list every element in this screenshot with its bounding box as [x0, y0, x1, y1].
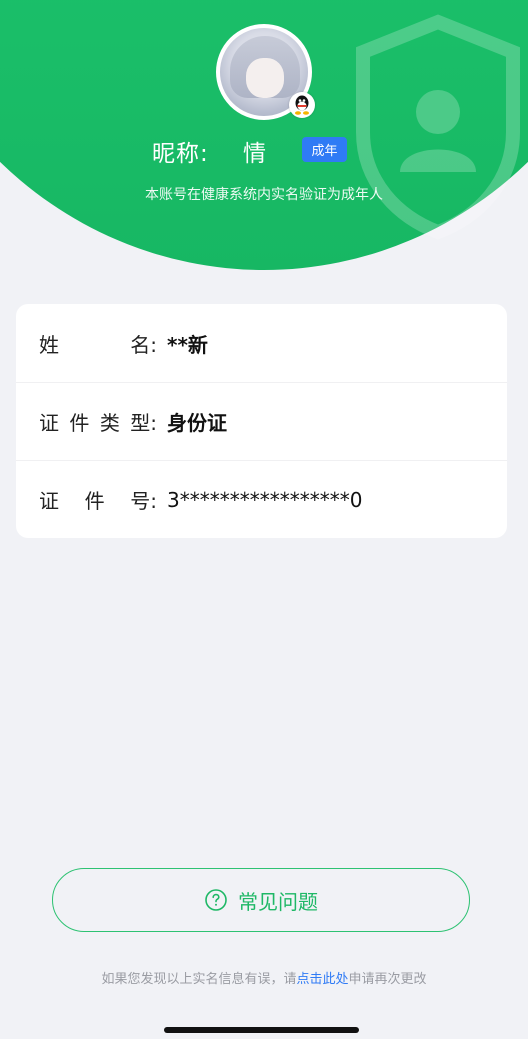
- nickname-value: 情: [243, 141, 266, 167]
- name-value: **新: [167, 332, 208, 357]
- footer-note-prefix: 如果您发现以上实名信息有误，请: [101, 972, 297, 987]
- qq-icon: [289, 92, 315, 118]
- id-number-label: 证 件 号:: [39, 489, 157, 513]
- id-type-label: 证 件 类 型:: [39, 411, 157, 435]
- avatar-face: [246, 58, 284, 98]
- footer-note-suffix: 申请再次更改: [348, 972, 427, 987]
- info-row-id-number: 证 件 号: 3*****************0: [16, 460, 507, 538]
- profile-header: 昵称: 情 成年 本账号在健康系统内实名验证为成年人: [0, 0, 528, 272]
- faq-button-label: 常见问题: [238, 889, 318, 914]
- age-status-badge: 成年: [302, 137, 347, 162]
- id-number-value: 3*****************0: [167, 487, 363, 512]
- id-type-value: 身份证: [167, 411, 227, 435]
- info-row-name: 姓 名: **新: [16, 304, 507, 382]
- nickname-label: 昵称:: [152, 141, 209, 167]
- nickname-row: 昵称: 情 成年: [0, 134, 528, 167]
- shield-icon: [356, 14, 520, 240]
- footer-note: 如果您发现以上实名信息有误，请点击此处申请再次更改: [0, 968, 528, 987]
- info-row-id-type: 证 件 类 型: 身份证: [16, 382, 507, 460]
- click-here-link[interactable]: 点击此处: [296, 972, 348, 987]
- verification-status-text: 本账号在健康系统内实名验证为成年人: [145, 187, 383, 203]
- faq-button[interactable]: 常见问题: [52, 868, 470, 932]
- question-circle-icon: [205, 889, 227, 911]
- name-label: 姓 名:: [39, 332, 157, 357]
- real-name-info-card: 姓 名: **新 证 件 类 型: 身份证 证 件 号: 3**********…: [16, 304, 507, 538]
- home-indicator: [164, 1027, 359, 1033]
